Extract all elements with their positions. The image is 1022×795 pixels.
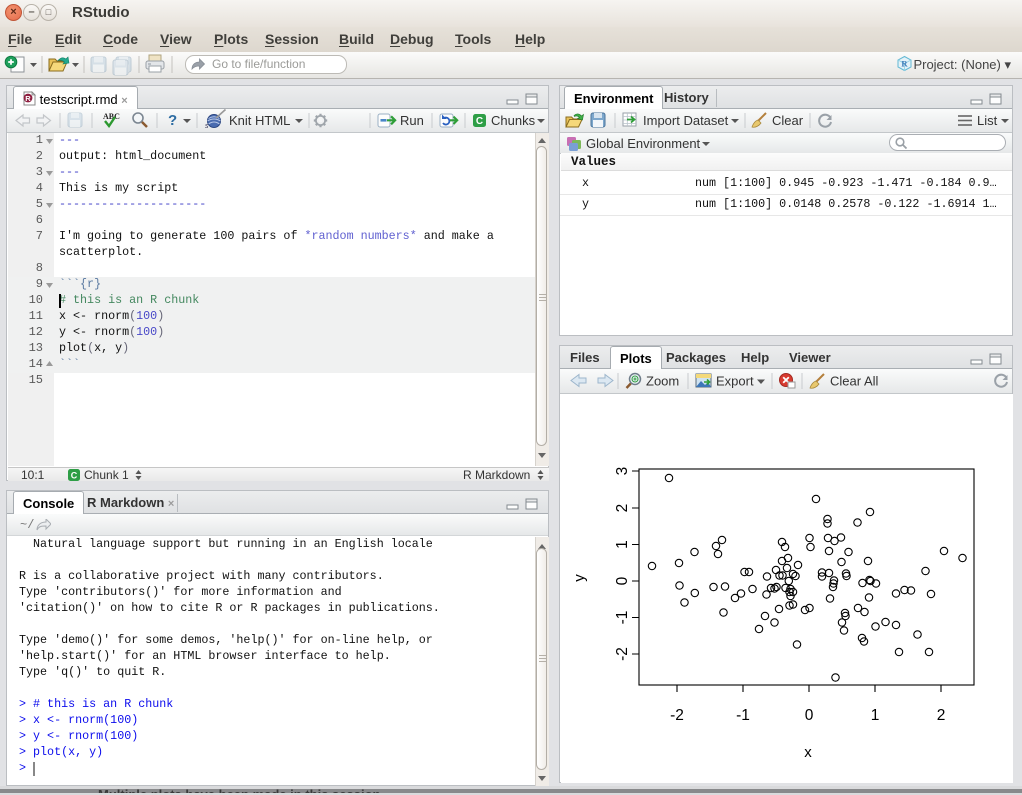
- svg-text:Chunks: Chunks: [491, 113, 536, 128]
- svg-text:3: 3: [614, 467, 631, 476]
- svg-text:Run: Run: [400, 113, 424, 128]
- svg-text:List: List: [977, 113, 998, 128]
- svg-text:R: R: [25, 94, 31, 103]
- svg-text:-1: -1: [736, 707, 750, 724]
- svg-text:Clear All: Clear All: [830, 374, 879, 389]
- svg-text:Clear: Clear: [772, 113, 804, 128]
- svg-text:2: 2: [614, 504, 631, 513]
- svg-text:1: 1: [871, 707, 880, 724]
- svg-text:Zoom: Zoom: [646, 374, 679, 389]
- svg-text:-2: -2: [670, 707, 684, 724]
- svg-text:x: x: [804, 744, 812, 761]
- svg-text:-1: -1: [614, 611, 631, 625]
- svg-text:ABC: ABC: [103, 112, 120, 121]
- svg-text:Export: Export: [716, 374, 754, 389]
- svg-text:Import Dataset: Import Dataset: [643, 113, 729, 128]
- svg-text:?: ?: [168, 112, 177, 129]
- svg-text:2: 2: [937, 707, 946, 724]
- svg-text:y: y: [571, 574, 588, 582]
- svg-text:R: R: [901, 59, 908, 69]
- svg-text:0: 0: [805, 707, 814, 724]
- svg-text:-2: -2: [614, 647, 631, 661]
- svg-text:0: 0: [614, 576, 631, 585]
- svg-text:s: s: [205, 123, 209, 130]
- svg-text:C: C: [71, 471, 78, 481]
- svg-text:Knit HTML: Knit HTML: [229, 113, 290, 128]
- svg-text:C: C: [476, 116, 483, 127]
- svg-text:1: 1: [614, 540, 631, 549]
